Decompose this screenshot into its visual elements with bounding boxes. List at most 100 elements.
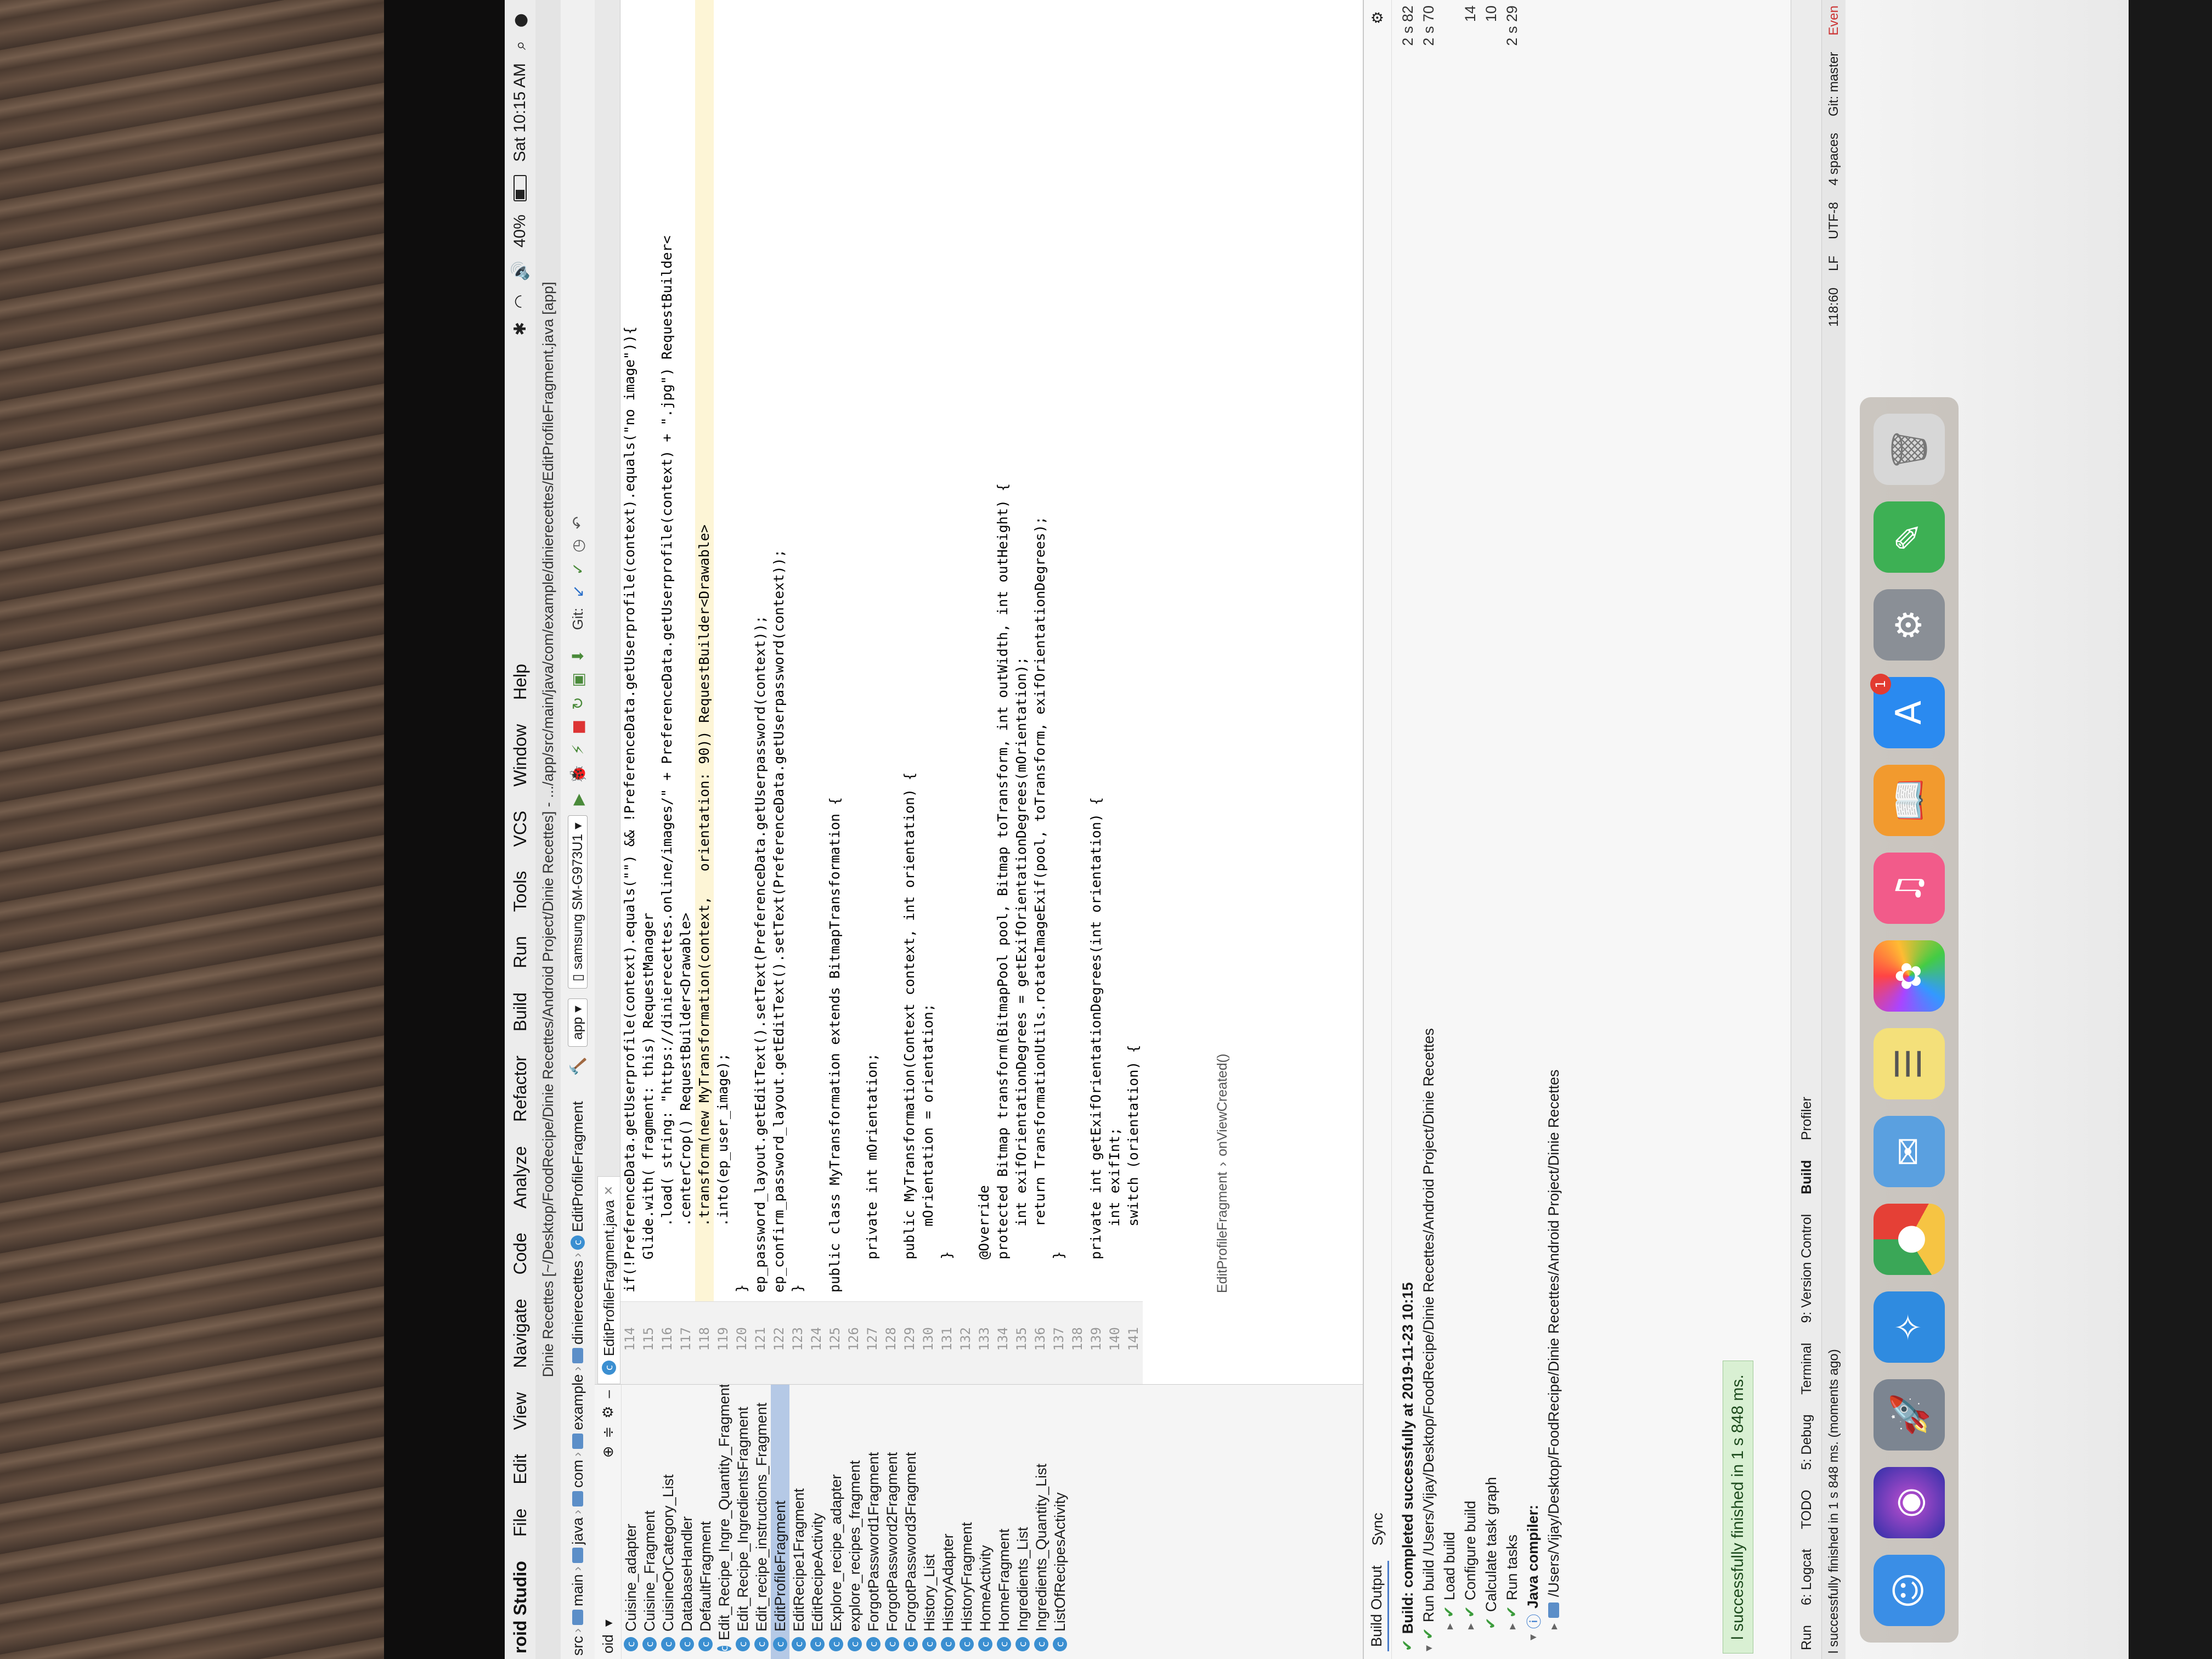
code-line[interactable] (956, 0, 975, 1301)
code-line[interactable]: .load( string: "https://dinierecettes.on… (658, 0, 676, 1301)
tree-item[interactable]: c ForgotPassword3Fragment (901, 1385, 920, 1659)
code-line[interactable]: .centerCrop() RequestBuilder<Drawable> (676, 0, 695, 1301)
stop-icon[interactable]: ■ (569, 720, 587, 734)
menu-refactor[interactable]: Refactor (510, 1043, 531, 1134)
tool-tab-version-control[interactable]: 9: Version Control (1799, 1214, 1815, 1323)
code-lines[interactable]: if(!PreferenceData.getUserprofile(contex… (620, 0, 1143, 1301)
code-line[interactable]: public MyTransformation(Context context,… (900, 0, 919, 1301)
app-store-icon[interactable]: A1 (1870, 674, 1945, 748)
tool-tab-build[interactable]: Build (1799, 1160, 1815, 1194)
tree-item[interactable]: c EditRecipeActivity (808, 1385, 827, 1659)
menu-analyze[interactable]: Analyze (510, 1134, 531, 1221)
tree-item[interactable]: c explore_recipes_fragment (845, 1385, 864, 1659)
tree-item[interactable]: c Edit_Recipe_IngredientsFragment (733, 1385, 752, 1659)
build-row[interactable]: ▸ ✔ Run tasks 2 s 29 (1502, 0, 1522, 1651)
code-line[interactable]: @Override (975, 0, 994, 1301)
run-icon[interactable]: ▶ (569, 794, 587, 806)
code-line[interactable]: ep_confirm_password_layout.getEditText()… (770, 0, 788, 1301)
menubar-clock[interactable]: Sat 10:15 AM (511, 63, 529, 162)
tree-item[interactable]: c Cuisine_adapter (622, 1385, 640, 1659)
tree-item-selected[interactable]: c EditProfileFragment (771, 1385, 789, 1659)
collapse-icon[interactable]: ≑ (600, 1426, 617, 1438)
app-menu[interactable]: roid Studio (510, 1549, 531, 1659)
menu-help[interactable]: Help (510, 652, 531, 712)
minimize-icon[interactable]: – (600, 1385, 617, 1398)
launchpad-icon[interactable]: 🚀 (1874, 1379, 1945, 1451)
tree-item[interactable]: c Ingredients_Quantity_List (1032, 1385, 1051, 1659)
code-line[interactable]: ep_password_layout.getEditText().setText… (751, 0, 770, 1301)
code-line[interactable]: mOrientation = orientation; (919, 0, 938, 1301)
code-line[interactable]: protected Bitmap transform(BitmapPool po… (994, 0, 1012, 1301)
line-separator[interactable]: LF (1826, 256, 1842, 271)
siri-icon[interactable]: ● (511, 13, 530, 27)
menu-navigate[interactable]: Navigate (510, 1286, 531, 1380)
spotlight-search-icon[interactable]: ⌕ (511, 41, 530, 50)
safari-icon[interactable]: ✧ (1874, 1291, 1945, 1363)
bluetooth-icon[interactable]: ✱ (511, 322, 530, 336)
tree-item[interactable]: c CuisineOrCategory_List (659, 1385, 678, 1659)
build-row[interactable]: ▸/Users/Vijay/Desktop/FoodRecipe/Dinie R… (1543, 0, 1564, 1651)
crumb-dinierecettes[interactable]: dinierecettes (569, 1257, 586, 1367)
tool-tab-logcat[interactable]: 6: Logcat (1799, 1549, 1815, 1605)
indent-setting[interactable]: 4 spaces (1826, 133, 1842, 185)
code-line[interactable] (807, 0, 826, 1301)
tree-item[interactable]: c HomeFragment (995, 1385, 1013, 1659)
apply-changes-icon[interactable]: ⚡ (569, 744, 587, 755)
breadcrumb-class[interactable]: EditProfileFragment (1215, 1172, 1231, 1293)
code-line[interactable]: if(!PreferenceData.getUserprofile(contex… (620, 0, 639, 1301)
debug-icon[interactable]: 🐞 (569, 765, 587, 784)
volume-icon[interactable]: 🔊 (511, 261, 530, 281)
code-line[interactable]: .into(ep_user_image); (714, 0, 732, 1301)
make-project-icon[interactable]: 🔨 (569, 1057, 587, 1076)
editor-tab-editprofilefragment[interactable]: c EditProfileFragment.java ✕ (597, 1176, 620, 1384)
menu-build[interactable]: Build (510, 980, 531, 1043)
build-row[interactable]: ▸ ✔ Configure build 14 (1460, 0, 1481, 1651)
code-line[interactable]: int exifOrientationDegrees = getExifOrie… (1012, 0, 1031, 1301)
system-preferences-icon[interactable]: ⚙ (1874, 589, 1945, 661)
siri-icon[interactable]: ◉ (1874, 1467, 1945, 1538)
target-icon[interactable]: ⊕ (600, 1446, 617, 1458)
mail-icon[interactable]: ✉ (1874, 1116, 1945, 1187)
menu-file[interactable]: File (510, 1497, 531, 1549)
status-message[interactable]: l successfully finished in 1 s 848 ms. (… (1826, 1349, 1842, 1654)
wifi-icon[interactable]: ◠ (511, 295, 530, 309)
tree-item[interactable]: c DefaultFragment (696, 1385, 715, 1659)
tab-sync[interactable]: Sync (1367, 1508, 1389, 1550)
git-branch[interactable]: Git: master (1826, 52, 1842, 116)
chrome-icon[interactable]: ● (1874, 1204, 1945, 1275)
git-rollback-icon[interactable]: ↶ (569, 516, 587, 529)
tool-tab-terminal[interactable]: Terminal (1799, 1343, 1815, 1395)
music-icon[interactable]: ♫ (1874, 853, 1945, 924)
tree-item[interactable]: c HistoryAdapter (939, 1385, 957, 1659)
menu-run[interactable]: Run (510, 924, 531, 980)
menu-vcs[interactable]: VCS (510, 799, 531, 859)
crumb-java[interactable]: java (569, 1514, 586, 1567)
close-icon[interactable]: ✕ (602, 1186, 616, 1195)
crumb-src[interactable]: src (569, 1633, 586, 1659)
code-line[interactable]: switch (orientation) { (1124, 0, 1143, 1301)
avd-manager-icon[interactable]: ▣ (569, 673, 587, 687)
tab-build-output[interactable]: Build Output (1366, 1561, 1389, 1651)
tree-item[interactable]: c EditRecipe1Fragment (789, 1385, 808, 1659)
code-line[interactable]: Glide.with( fragment: this) RequestManag… (639, 0, 658, 1301)
tree-item[interactable]: c Ingredients_List (1013, 1385, 1032, 1659)
tool-tab-profiler[interactable]: Profiler (1799, 1097, 1815, 1140)
file-encoding[interactable]: UTF-8 (1826, 202, 1842, 239)
code-line[interactable]: private int mOrientation; (863, 0, 882, 1301)
caret-position[interactable]: 118:60 (1826, 287, 1842, 327)
git-commit-icon[interactable]: ✓ (569, 562, 587, 575)
tree-item[interactable]: c ListOfRecipesActivity (1051, 1385, 1069, 1659)
tree-item[interactable]: c ForgotPassword2Fragment (883, 1385, 901, 1659)
android-studio-icon[interactable]: ✎ (1874, 501, 1945, 573)
project-view-select[interactable]: oid (600, 1634, 617, 1654)
tree-item[interactable]: c ForgotPassword1Fragment (864, 1385, 883, 1659)
build-finished-toast[interactable]: l successfully finished in 1 s 848 ms. (1723, 1361, 1753, 1654)
tree-item[interactable]: c Explore_recipe_adapter (827, 1385, 845, 1659)
menu-window[interactable]: Window (510, 712, 531, 799)
code-line[interactable] (1068, 0, 1087, 1301)
tool-tab-debug[interactable]: 5: Debug (1799, 1414, 1815, 1470)
trash-icon[interactable]: 🗑 (1874, 414, 1945, 485)
notes-icon[interactable]: ☰ (1874, 1028, 1945, 1099)
tree-item[interactable]: c Edit_Recipe_Ingre_Quantity_Fragment (715, 1384, 733, 1659)
build-row[interactable]: ▾ ✔ Run build /Users/Vijay/Desktop/FoodRec… (1418, 0, 1439, 1651)
